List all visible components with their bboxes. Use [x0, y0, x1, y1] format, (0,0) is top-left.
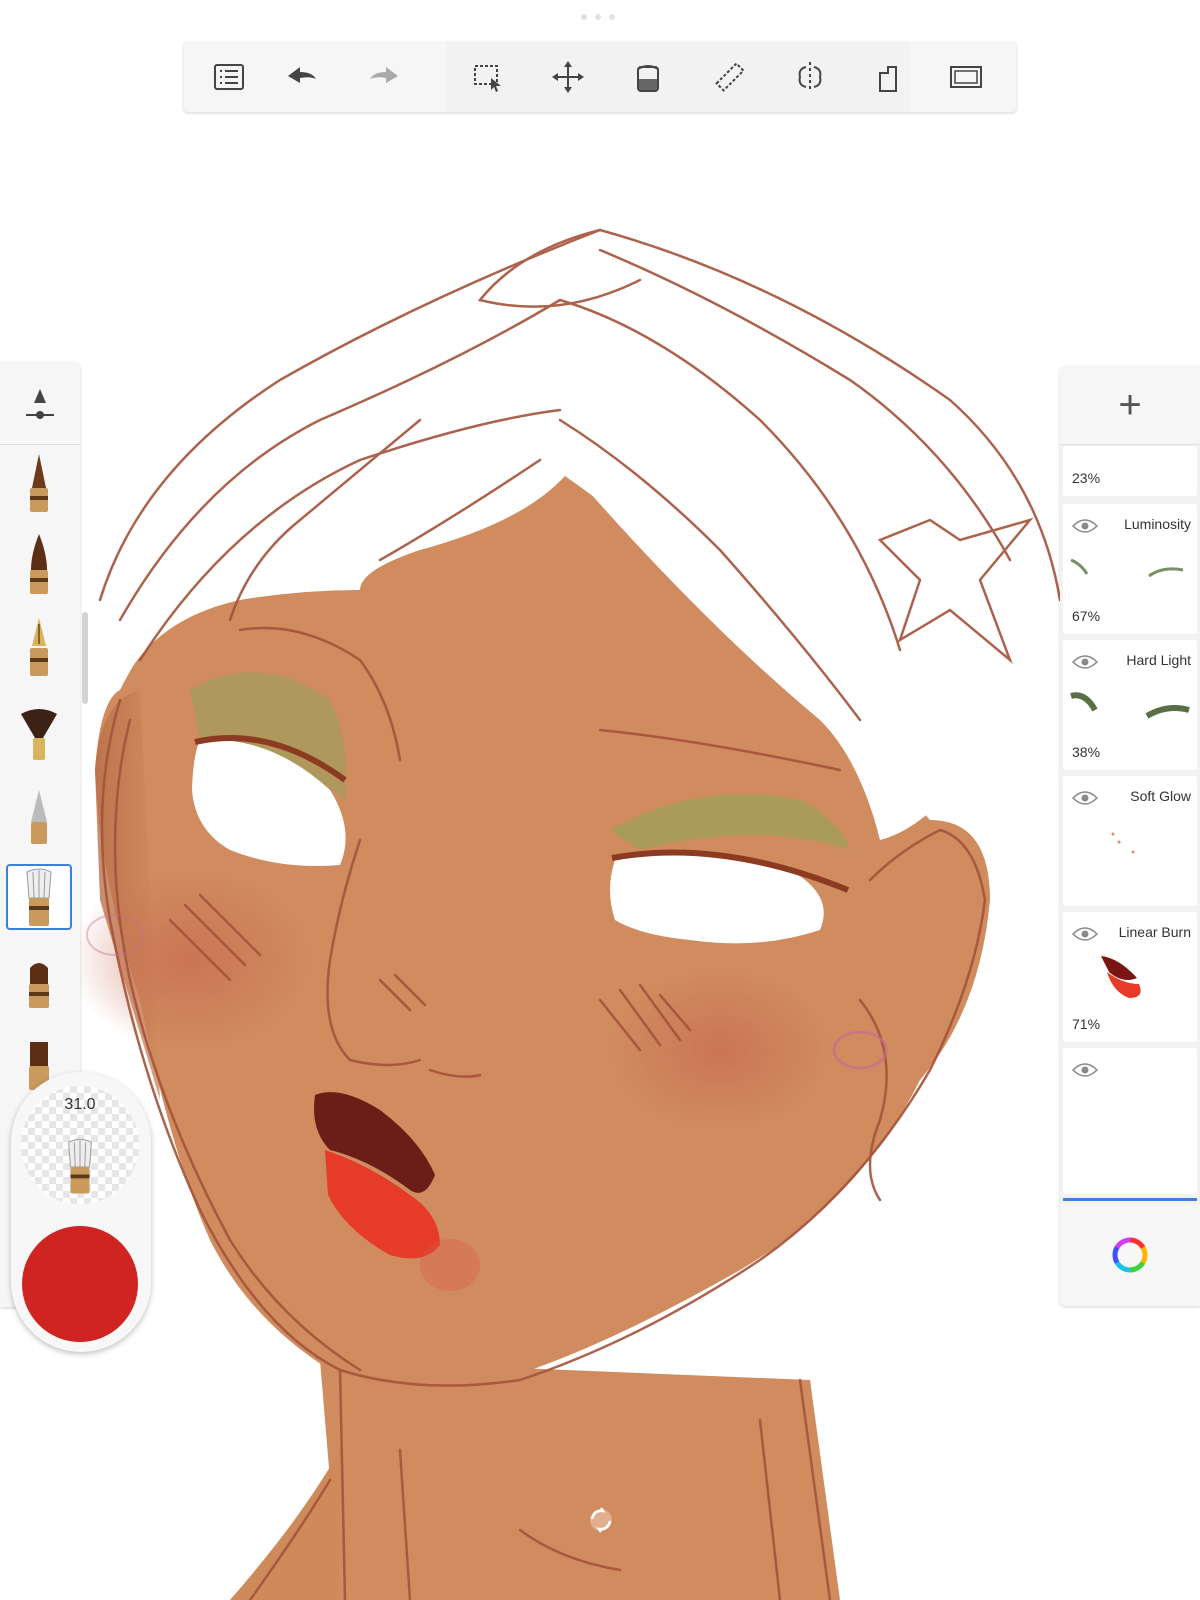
fullscreen-icon[interactable]: [944, 55, 988, 99]
top-toolbar: [184, 42, 1016, 112]
list-icon[interactable]: [207, 55, 251, 99]
brush-palette-scrollbar[interactable]: [82, 612, 88, 704]
color-wheel-icon: [1112, 1237, 1148, 1273]
drawing-canvas[interactable]: [0, 0, 1200, 1600]
layer-item[interactable]: Linear Burn 71%: [1063, 912, 1197, 1042]
pen-brush[interactable]: [6, 614, 72, 680]
fan-brush-icon: [21, 709, 57, 760]
pen-brush-icon: [30, 618, 48, 676]
airbrush-brush[interactable]: [6, 782, 72, 848]
airbrush-brush-icon: [31, 790, 47, 844]
perspective-icon[interactable]: [868, 55, 912, 99]
layer-opacity: 71%: [1072, 1016, 1101, 1032]
layer-thumbnail: [1070, 558, 1184, 578]
visibility-eye-icon[interactable]: [1072, 1062, 1098, 1078]
transform-icon[interactable]: [546, 55, 590, 99]
neck-fill: [320, 1360, 840, 1600]
soft-brush[interactable]: [6, 864, 72, 930]
visibility-eye-icon[interactable]: [1072, 926, 1098, 942]
layer-blend-mode: Luminosity: [1124, 516, 1191, 532]
brush-settings-button[interactable]: [0, 362, 80, 445]
layer-thumbnail: [1070, 692, 1190, 719]
add-layer-button[interactable]: +: [1060, 366, 1200, 445]
soft-brush-icon: [26, 868, 52, 926]
canvas-reset-icon[interactable]: [587, 1506, 615, 1534]
redo-icon[interactable]: [362, 55, 406, 99]
layers-panel: + 23% Luminosity 67% Hard Light 38% Soft…: [1060, 366, 1200, 1306]
add-layer-label: +: [1118, 383, 1142, 427]
brush-settings-icon: [26, 389, 54, 419]
soft-brush-icon: [68, 1138, 92, 1194]
visibility-eye-icon[interactable]: [1072, 518, 1098, 534]
layer-item[interactable]: Luminosity 67%: [1063, 504, 1197, 634]
blender-brush-icon: [29, 963, 49, 1008]
layer-blend-mode: Linear Burn: [1118, 924, 1191, 940]
visibility-eye-icon[interactable]: [1072, 790, 1098, 806]
selected-layer-indicator: [1063, 1198, 1197, 1201]
brush-size-preview[interactable]: 31.0: [21, 1086, 139, 1204]
layer-item[interactable]: Soft Glow: [1063, 776, 1197, 906]
layer-blend-mode: Hard Light: [1126, 652, 1191, 668]
layer-blend-mode: Soft Glow: [1130, 788, 1191, 804]
blender-brush[interactable]: [6, 948, 72, 1014]
marker-brush-icon: [30, 534, 48, 594]
color-picker-button[interactable]: [1060, 1204, 1200, 1306]
right-cheek-blush: [610, 970, 830, 1130]
layer-item[interactable]: [1063, 1048, 1197, 1194]
brush-puck[interactable]: 31.0: [11, 1072, 151, 1352]
pencil-brush-icon: [30, 454, 48, 512]
marker-brush[interactable]: [6, 532, 72, 598]
layer-opacity: 23%: [1072, 470, 1101, 486]
layer-item[interactable]: Hard Light 38%: [1063, 640, 1197, 770]
layer-item[interactable]: 23%: [1063, 446, 1197, 496]
undo-icon[interactable]: [280, 55, 324, 99]
brush-size-value: 31.0: [64, 1096, 96, 1113]
fill-bucket-icon[interactable]: [626, 55, 670, 99]
selection-icon[interactable]: [466, 55, 510, 99]
fan-brush[interactable]: [6, 698, 72, 764]
layer-thumbnail: [1101, 956, 1141, 998]
toolbar-grip[interactable]: [581, 14, 615, 20]
ruler-icon[interactable]: [708, 55, 752, 99]
pencil-brush[interactable]: [6, 450, 72, 516]
layer-thumbnail: [1111, 832, 1135, 854]
layer-opacity: 38%: [1072, 744, 1101, 760]
current-color-swatch[interactable]: [22, 1226, 138, 1342]
visibility-eye-icon[interactable]: [1072, 654, 1098, 670]
symmetry-icon[interactable]: [788, 55, 832, 99]
layer-opacity: 67%: [1072, 608, 1101, 624]
